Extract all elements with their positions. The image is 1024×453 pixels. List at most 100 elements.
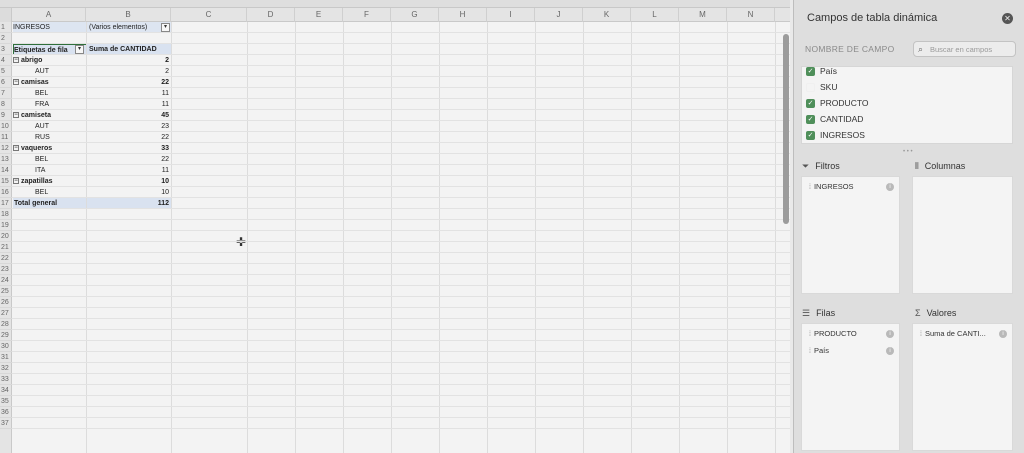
row-header[interactable]: 32 <box>0 363 12 374</box>
grid-line <box>12 252 790 253</box>
column-header[interactable]: C <box>171 8 247 22</box>
row-header[interactable]: 14 <box>0 165 12 176</box>
drag-handle-icon[interactable]: ⁞ <box>809 182 811 194</box>
row-labels-dropdown-icon[interactable]: ▾ <box>75 45 84 54</box>
row-header[interactable]: 29 <box>0 330 12 341</box>
field-item[interactable]: ✓ CANTIDAD <box>806 112 863 126</box>
column-header[interactable]: F <box>343 8 391 22</box>
column-header[interactable]: K <box>583 8 631 22</box>
column-header[interactable]: E <box>295 8 343 22</box>
collapse-icon[interactable]: − <box>13 178 19 185</box>
row-header[interactable]: 4 <box>0 55 12 66</box>
row-header[interactable]: 19 <box>0 220 12 231</box>
column-headers: ABCDEFGHIJKLMN <box>0 8 790 22</box>
row-header[interactable]: 13 <box>0 154 12 165</box>
vertical-scrollbar[interactable] <box>783 34 789 224</box>
columns-area[interactable] <box>912 176 1013 294</box>
row-header[interactable]: 17 <box>0 198 12 209</box>
row-header[interactable]: 10 <box>0 121 12 132</box>
row-header[interactable]: 7 <box>0 88 12 99</box>
row-header[interactable]: 5 <box>0 66 12 77</box>
rows-area[interactable]: ⁞ PRODUCTO i ⁞ País i <box>801 323 900 451</box>
row-header[interactable]: 30 <box>0 341 12 352</box>
info-icon[interactable]: i <box>999 330 1007 338</box>
field-item[interactable]: SKU <box>806 80 837 94</box>
drag-handle-icon[interactable]: ⁞ <box>809 346 811 358</box>
row-header[interactable]: 24 <box>0 275 12 286</box>
row-header[interactable]: 37 <box>0 418 12 429</box>
row-header[interactable]: 34 <box>0 385 12 396</box>
grid-line <box>12 76 790 77</box>
row-header[interactable]: 9 <box>0 110 12 121</box>
splitter-handle[interactable]: • • • <box>903 149 913 155</box>
column-header[interactable]: I <box>487 8 535 22</box>
filter-dropdown-icon[interactable]: ▾ <box>161 23 170 32</box>
field-item[interactable]: ✓ PRODUCTO <box>806 96 869 110</box>
grid-line <box>12 186 790 187</box>
close-icon[interactable]: ✕ <box>1002 13 1013 24</box>
collapse-icon[interactable]: − <box>13 145 19 152</box>
column-header[interactable]: B <box>86 8 171 22</box>
row-header[interactable]: 28 <box>0 319 12 330</box>
row-header[interactable]: 6 <box>0 77 12 88</box>
filters-item[interactable]: ⁞ INGRESOS <box>809 181 854 193</box>
field-item[interactable]: ✓ INGRESOS <box>806 128 865 142</box>
values-item[interactable]: ⁞ Suma de CANTI... <box>920 328 986 340</box>
row-header[interactable]: 2 <box>0 33 12 44</box>
row-header[interactable]: 26 <box>0 297 12 308</box>
grid-line <box>12 296 790 297</box>
row-header[interactable]: 36 <box>0 407 12 418</box>
filters-area[interactable]: ⁞ INGRESOS i <box>801 176 900 294</box>
checkbox-checked-icon[interactable]: ✓ <box>806 67 815 77</box>
column-header[interactable]: J <box>535 8 583 22</box>
drag-handle-icon[interactable]: ⁞ <box>809 329 811 341</box>
row-header[interactable]: 18 <box>0 209 12 220</box>
row-header[interactable]: 33 <box>0 374 12 385</box>
pivot-row-text: ITA <box>35 167 46 174</box>
checkbox-unchecked-icon[interactable] <box>806 83 815 93</box>
rows-item[interactable]: ⁞ País <box>809 345 829 357</box>
checkbox-checked-icon[interactable]: ✓ <box>806 131 815 141</box>
row-header[interactable]: 23 <box>0 264 12 275</box>
row-header[interactable]: 20 <box>0 231 12 242</box>
column-header[interactable]: D <box>247 8 295 22</box>
column-header[interactable]: L <box>631 8 679 22</box>
search-input[interactable]: ⌕ Buscar en campos <box>913 41 1016 57</box>
panel-title: Campos de tabla dinámica <box>807 12 938 24</box>
column-header[interactable]: G <box>391 8 439 22</box>
collapse-icon[interactable]: − <box>13 112 19 119</box>
values-area[interactable]: ⁞ Suma de CANTI... i <box>912 323 1013 451</box>
pivot-row-text: RUS <box>35 134 50 141</box>
collapse-icon[interactable]: − <box>13 57 19 64</box>
row-header[interactable]: 12 <box>0 143 12 154</box>
field-name: PRODUCTO <box>820 98 869 108</box>
column-header[interactable]: M <box>679 8 727 22</box>
row-header[interactable]: 27 <box>0 308 12 319</box>
info-icon[interactable]: i <box>886 330 894 338</box>
row-header[interactable]: 31 <box>0 352 12 363</box>
row-header[interactable]: 8 <box>0 99 12 110</box>
collapse-icon[interactable]: − <box>13 79 19 86</box>
column-header[interactable]: A <box>12 8 86 22</box>
info-icon[interactable]: i <box>886 347 894 355</box>
info-icon[interactable]: i <box>886 183 894 191</box>
row-header[interactable]: 22 <box>0 253 12 264</box>
row-header[interactable]: 11 <box>0 132 12 143</box>
rows-item[interactable]: ⁞ PRODUCTO <box>809 328 857 340</box>
cell-grid[interactable]: INGRESOS (Varios elementos) ▾ Etiquetas … <box>12 22 790 453</box>
drag-handle-icon[interactable]: ⁞ <box>920 329 922 341</box>
row-header[interactable]: 15 <box>0 176 12 187</box>
row-header[interactable]: 35 <box>0 396 12 407</box>
spreadsheet[interactable]: ABCDEFGHIJKLMN 1 2 3 4 5 6 7 8 9 10 11 12 13 14 15 16 17… <box>0 8 790 453</box>
column-header[interactable]: N <box>727 8 775 22</box>
column-header[interactable]: H <box>439 8 487 22</box>
row-header[interactable]: 16 <box>0 187 12 198</box>
row-header[interactable]: 25 <box>0 286 12 297</box>
select-all-corner[interactable] <box>0 8 12 22</box>
checkbox-checked-icon[interactable]: ✓ <box>806 115 815 125</box>
checkbox-checked-icon[interactable]: ✓ <box>806 99 815 109</box>
row-header[interactable]: 3 <box>0 44 12 55</box>
row-header[interactable]: 1 <box>0 22 12 33</box>
field-item[interactable]: ✓ País <box>806 67 837 78</box>
row-header[interactable]: 21 <box>0 242 12 253</box>
